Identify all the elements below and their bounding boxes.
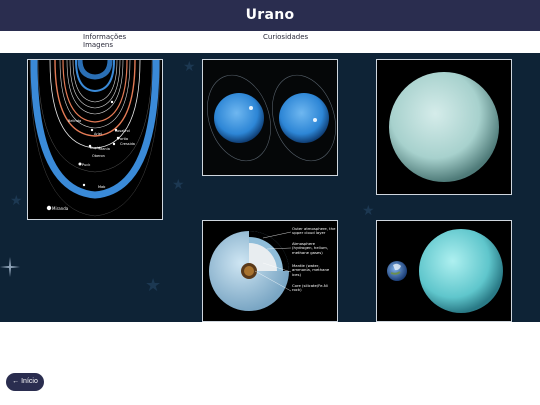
moon-label-miranda: Miranda (52, 206, 69, 211)
moon-label: Ariel (94, 132, 102, 136)
sparkle-icon (0, 257, 20, 277)
app-header: Urano (0, 0, 540, 31)
moon-label: Cressida (120, 142, 135, 146)
moon-label: Portia (118, 137, 128, 141)
moon-label: Rosalind (115, 129, 130, 133)
interior-label-mantle: Mantle (water, ammonia, methane ices) (292, 263, 330, 277)
nav-link-curiosities[interactable]: Curiosidades (263, 33, 308, 42)
uranus-rings-diagram-image[interactable]: Rosalind Portia Cressida Titania Oberon … (27, 59, 163, 220)
nav-link-images[interactable]: Imagens (83, 41, 113, 50)
uranus-interior-diagram-image[interactable]: Outer atmosphere, the upper cloud layer … (202, 220, 338, 322)
background-star-icon: ★ (183, 59, 196, 75)
page-title: Urano (245, 7, 295, 23)
interior-label-atmosphere: Atmosphere (hydrogen, helium, methane ga… (292, 241, 329, 255)
background-star-icon: ★ (145, 275, 162, 296)
background-star-icon: ★ (362, 203, 375, 219)
moon-label: Oberon (92, 154, 105, 158)
interior-label-outer: Outer atmosphere, the upper cloud layer (292, 227, 336, 236)
moon-label: Belinda (68, 119, 81, 123)
earth-uranus-comparison-image[interactable] (376, 220, 512, 322)
interior-label-core: Core (silicate/Fe-Ni rock) (292, 283, 328, 293)
image-gallery: ★ ★ ★ ★ ★ Rosalind Portia Cressida Titan… (0, 53, 540, 322)
uranus-twin-view-image[interactable] (202, 59, 338, 176)
moon-label: Mab (98, 185, 106, 189)
background-star-icon: ★ (172, 177, 185, 193)
uranus-globe-image[interactable] (376, 59, 512, 195)
back-to-home-button[interactable]: ← Início (6, 373, 44, 391)
background-star-icon: ★ (10, 193, 23, 209)
top-nav: Informações Imagens Curiosidades (0, 31, 540, 53)
moon-label: Cupid (90, 146, 100, 150)
moon-label: Puck (82, 163, 91, 167)
